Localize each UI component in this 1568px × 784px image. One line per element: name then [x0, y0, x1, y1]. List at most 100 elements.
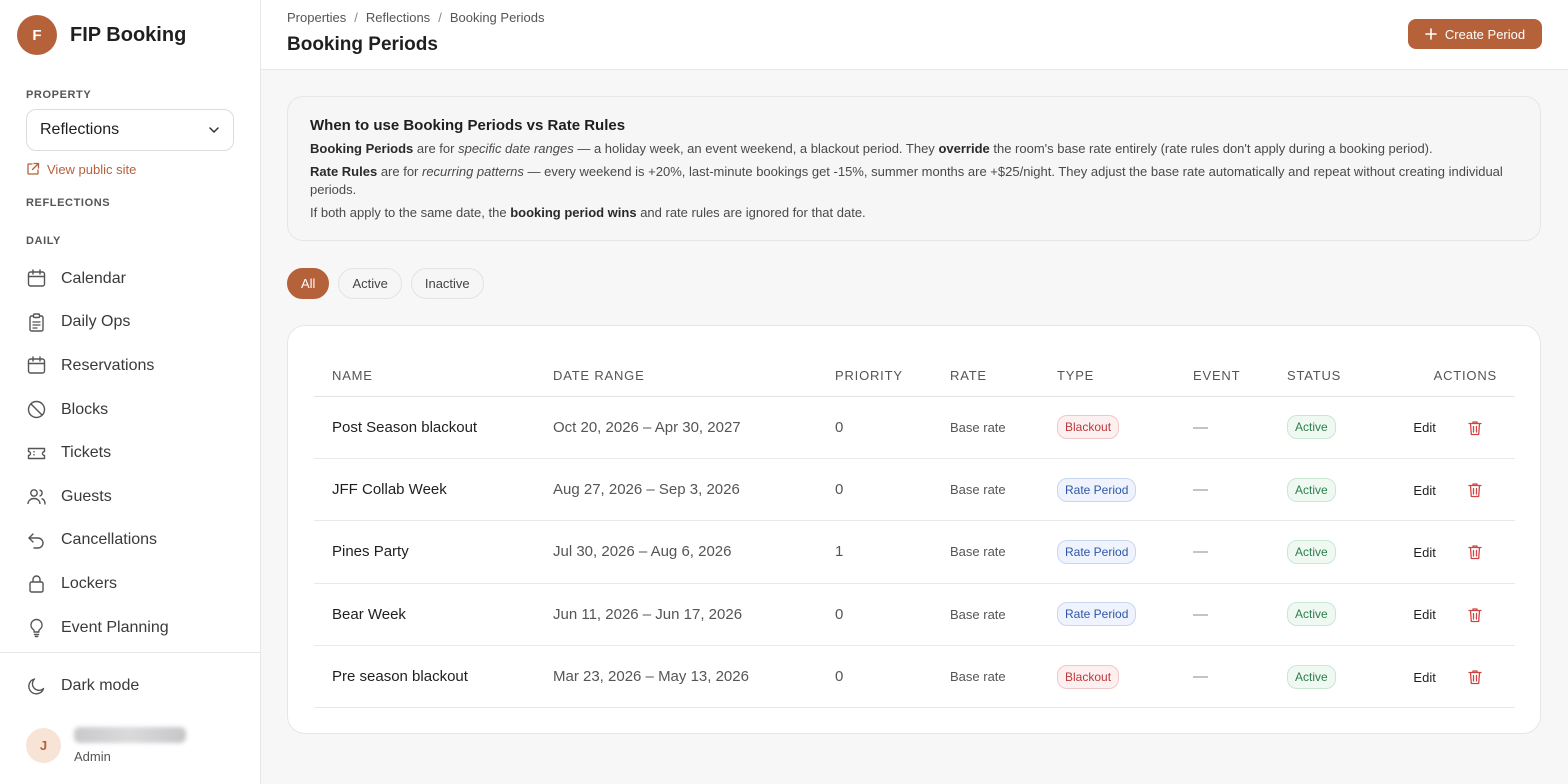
- ban-icon: [27, 400, 46, 419]
- sidebar-item-guests[interactable]: Guests: [0, 475, 260, 519]
- status-badge: Active: [1287, 415, 1336, 440]
- sidebar-item-event-planning[interactable]: Event Planning: [0, 606, 260, 650]
- period-status-cell: Active: [1287, 396, 1387, 459]
- sidebar-item-label: Reservations: [61, 356, 155, 374]
- period-name: Pre season blackout: [314, 645, 553, 709]
- period-priority: 0: [835, 396, 950, 459]
- period-status-cell: Active: [1287, 645, 1387, 709]
- type-badge: Rate Period: [1057, 602, 1137, 627]
- status-badge: Active: [1287, 664, 1336, 689]
- breadcrumb-reflections[interactable]: Reflections: [366, 10, 430, 25]
- breadcrumb: Properties / Reflections / Booking Perio…: [287, 10, 1542, 25]
- status-badge: Active: [1287, 602, 1336, 627]
- trash-icon[interactable]: [1468, 607, 1482, 623]
- user-menu[interactable]: J Admin: [0, 719, 260, 771]
- breadcrumb-separator: /: [354, 10, 358, 25]
- sidebar-item-reservations[interactable]: Reservations: [0, 344, 260, 388]
- sidebar-item-tickets[interactable]: Tickets: [0, 431, 260, 475]
- brand[interactable]: F FIP Booking: [0, 0, 260, 70]
- period-status-cell: Active: [1287, 520, 1387, 584]
- period-date-range: Oct 20, 2026 – Apr 30, 2027: [553, 396, 835, 459]
- undo-icon: [28, 533, 44, 549]
- period-rate: Base rate: [950, 396, 1057, 459]
- trash-icon[interactable]: [1468, 420, 1482, 436]
- sidebar-item-cancellations[interactable]: Cancellations: [0, 519, 260, 563]
- avatar: J: [26, 727, 61, 763]
- status-badge: Active: [1287, 477, 1336, 502]
- create-period-button[interactable]: Create Period: [1408, 19, 1542, 49]
- type-badge: Blackout: [1057, 415, 1120, 440]
- type-badge: Rate Period: [1057, 477, 1137, 502]
- period-date-range: Mar 23, 2026 – May 13, 2026: [553, 645, 835, 709]
- sidebar-item-calendar[interactable]: Calendar: [0, 257, 260, 301]
- main-content: Properties / Reflections / Booking Perio…: [261, 0, 1568, 784]
- chevron-down-icon: [209, 127, 219, 133]
- table-header-row: NAME DATE RANGE PRIORITY RATE TYPE EVENT…: [314, 356, 1515, 397]
- edit-button[interactable]: Edit: [1413, 607, 1435, 622]
- edit-button[interactable]: Edit: [1413, 420, 1435, 435]
- period-type-cell: Rate Period: [1057, 458, 1193, 522]
- column-header-status: STATUS: [1287, 356, 1387, 397]
- sidebar-item-lockers[interactable]: Lockers: [0, 562, 260, 606]
- column-header-rate: RATE: [950, 356, 1057, 397]
- sidebar-item-blocks[interactable]: Blocks: [0, 388, 260, 432]
- property-select-value: Reflections: [40, 121, 120, 138]
- sidebar-item-label: Lockers: [61, 574, 118, 592]
- lightbulb-icon: [30, 618, 43, 638]
- info-booking-periods: Booking Periods are for specific date ra…: [310, 141, 1433, 156]
- property-select[interactable]: Reflections: [26, 109, 234, 151]
- table-row: Post Season blackout Oct 20, 2026 – Apr …: [314, 396, 1515, 459]
- period-name: Post Season blackout: [314, 396, 553, 459]
- filter-inactive[interactable]: Inactive: [410, 268, 484, 299]
- period-priority: 0: [835, 458, 950, 522]
- lock-icon: [29, 575, 44, 594]
- edit-button[interactable]: Edit: [1413, 545, 1435, 560]
- period-date-range: Jul 30, 2026 – Aug 6, 2026: [553, 520, 835, 584]
- user-name-redacted: [74, 726, 186, 743]
- calendar-icon: [27, 356, 46, 375]
- trash-icon[interactable]: [1468, 544, 1482, 560]
- period-type-cell: Rate Period: [1057, 583, 1193, 647]
- sidebar-item-daily-ops[interactable]: Daily Ops: [0, 301, 260, 345]
- period-type-cell: Rate Period: [1057, 520, 1193, 584]
- daily-label: DAILY: [26, 235, 61, 247]
- period-status-cell: Active: [1287, 458, 1387, 522]
- sidebar-footer: Dark mode J Admin: [0, 652, 260, 771]
- dark-mode-label: Dark mode: [61, 677, 140, 694]
- period-rate: Base rate: [950, 645, 1057, 709]
- user-role: Admin: [74, 748, 111, 764]
- booking-periods-table: NAME DATE RANGE PRIORITY RATE TYPE EVENT…: [314, 356, 1515, 709]
- filter-active[interactable]: Active: [338, 268, 402, 299]
- column-header-name: NAME: [314, 356, 553, 397]
- ticket-icon: [27, 447, 46, 459]
- user-info: Admin: [74, 726, 186, 764]
- page-header: Properties / Reflections / Booking Perio…: [261, 0, 1568, 70]
- sidebar: F FIP Booking PROPERTY Reflections View …: [0, 0, 261, 784]
- row-actions: Edit: [1387, 520, 1515, 584]
- column-header-priority: PRIORITY: [835, 356, 950, 397]
- filter-all[interactable]: All: [287, 268, 330, 299]
- view-public-site-link[interactable]: View public site: [26, 160, 260, 178]
- edit-button[interactable]: Edit: [1413, 483, 1435, 498]
- info-precedence: If both apply to the same date, the book…: [310, 205, 866, 220]
- edit-button[interactable]: Edit: [1413, 670, 1435, 685]
- period-priority: 0: [835, 645, 950, 709]
- dark-mode-toggle[interactable]: Dark mode: [0, 653, 260, 719]
- brand-title: FIP Booking: [70, 23, 187, 46]
- property-label: PROPERTY: [26, 89, 92, 101]
- table-row: Pre season blackout Mar 23, 2026 – May 1…: [314, 645, 1515, 709]
- period-name: Bear Week: [314, 583, 553, 647]
- period-rate: Base rate: [950, 583, 1057, 647]
- trash-icon[interactable]: [1468, 482, 1482, 498]
- period-date-range: Jun 11, 2026 – Jun 17, 2026: [553, 583, 835, 647]
- type-badge: Blackout: [1057, 664, 1120, 689]
- row-actions: Edit: [1387, 645, 1515, 709]
- breadcrumb-properties[interactable]: Properties: [287, 10, 346, 25]
- period-event: —: [1193, 520, 1287, 584]
- sidebar-item-label: Tickets: [61, 444, 112, 462]
- trash-icon[interactable]: [1468, 669, 1482, 685]
- external-link-icon: [27, 162, 40, 175]
- breadcrumb-current: Booking Periods: [449, 10, 545, 25]
- view-public-site-label: View public site: [47, 161, 137, 177]
- period-type-cell: Blackout: [1057, 645, 1193, 709]
